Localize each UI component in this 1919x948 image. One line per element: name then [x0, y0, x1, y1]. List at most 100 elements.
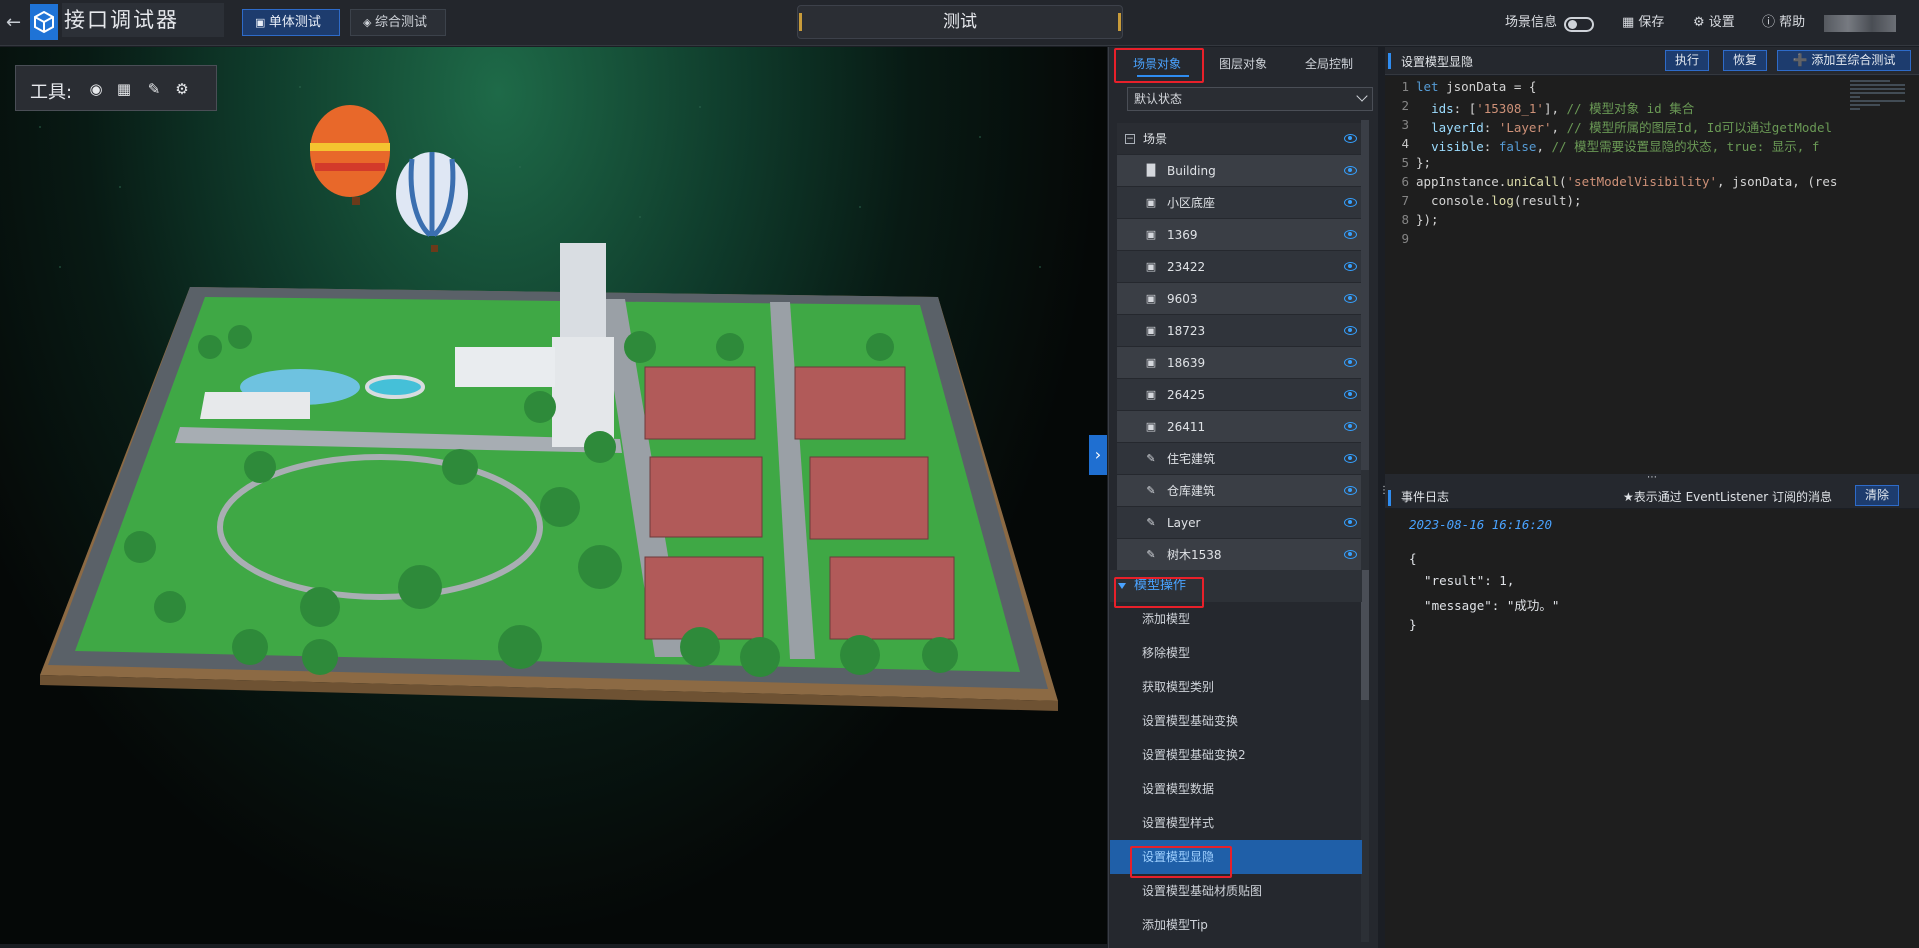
tree-item-label: 26425 [1167, 388, 1206, 402]
cube-icon: ▣ [1145, 420, 1157, 433]
tree-item[interactable]: ▣ 1369 [1117, 219, 1369, 251]
tree-item-label: 树木1538 [1167, 548, 1222, 562]
gears-icon[interactable]: ⚙ [172, 80, 192, 98]
line-number: 9 [1401, 231, 1409, 246]
scene-info-toggle[interactable] [1564, 17, 1594, 32]
scene-render [39, 86, 1058, 711]
run-button[interactable]: 执行 [1665, 50, 1709, 71]
eye-icon[interactable] [1344, 134, 1357, 143]
cube-icon: ▣ [1145, 324, 1157, 337]
location-pin-icon[interactable]: ◉ [86, 80, 106, 98]
scene-tree: − 场景 █ Building ▣ 小区底座 ▣ 1369 ▣ 23422 ▣ 9603 ▣ 18723 ▣… [1117, 123, 1369, 571]
log-timestamp: 2023-08-16 16:16:20 [1409, 517, 1552, 532]
log-title: 事件日志 [1401, 490, 1450, 504]
reset-button[interactable]: 恢复 [1723, 50, 1767, 71]
tree-item[interactable]: ✎ 树木1538 [1117, 539, 1369, 571]
editor-header: 设置模型显隐 执行 恢复 ➕ 添加至综合测试 [1385, 47, 1919, 75]
add-to-combined-button[interactable]: ➕ 添加至综合测试 [1777, 50, 1911, 71]
gear-icon: ⚙ [1693, 15, 1709, 30]
line-number: 1 [1401, 79, 1409, 94]
tree-item-label: 小区底座 [1167, 196, 1216, 210]
tree-item[interactable]: ▣ 18723 [1117, 315, 1369, 347]
save-button[interactable]: ▦ 保存 [1622, 14, 1664, 32]
operation-item[interactable]: 获取模型类别 [1110, 670, 1362, 704]
avatar[interactable] [1824, 15, 1896, 32]
tab-combined-test[interactable]: ◈ 综合测试 [350, 9, 446, 36]
eye-icon[interactable] [1344, 550, 1357, 559]
tree-item-label: 23422 [1167, 260, 1206, 274]
eye-icon[interactable] [1344, 230, 1357, 239]
horizontal-splitter[interactable]: ⋯ [1385, 473, 1919, 484]
tab-layer-objects[interactable]: 图层对象 [1199, 51, 1287, 77]
tree-item[interactable]: █ Building [1117, 155, 1369, 187]
tree-item-label: 9603 [1167, 292, 1198, 306]
eye-icon[interactable] [1344, 166, 1357, 175]
operation-item[interactable]: 设置模型基础变换2 [1110, 738, 1362, 772]
line-number: 5 [1401, 155, 1409, 170]
operation-item[interactable]: 添加模型Tip [1110, 908, 1362, 942]
eye-icon[interactable] [1344, 358, 1357, 367]
expand-panel-button[interactable]: › [1089, 435, 1107, 475]
code-line-8: }); [1416, 212, 1439, 227]
toolbox-label: 工具: [30, 82, 73, 103]
cube-icon: ▣ [1145, 196, 1157, 209]
tree-item-label: Layer [1167, 516, 1201, 530]
eye-icon[interactable] [1344, 486, 1357, 495]
operation-item[interactable]: 设置模型基础变换 [1110, 704, 1362, 738]
help-button[interactable]: ⓘ 帮助 [1762, 14, 1805, 32]
tree-item-label: 仓库建筑 [1167, 484, 1216, 498]
highlight-box [1130, 846, 1232, 878]
eye-icon[interactable] [1344, 198, 1357, 207]
log-line: "result": 1, [1409, 573, 1515, 588]
eye-icon[interactable] [1344, 262, 1357, 271]
tree-item[interactable]: ▣ 23422 [1117, 251, 1369, 283]
eye-icon[interactable] [1344, 390, 1357, 399]
log-header: 事件日志 ★表示通过 EventListener 订阅的消息 清除 [1385, 484, 1919, 508]
layers-icon: ◈ [363, 16, 375, 29]
tree-item[interactable]: ▣ 9603 [1117, 283, 1369, 315]
highlight-box [1114, 48, 1204, 83]
state-select[interactable]: 默认状态 [1127, 87, 1373, 111]
operation-item[interactable]: 设置模型基础材质贴图 [1110, 874, 1362, 908]
tree-item[interactable]: ✎ 仓库建筑 [1117, 475, 1369, 507]
eye-icon[interactable] [1344, 326, 1357, 335]
tree-item[interactable]: ▣ 26425 [1117, 379, 1369, 411]
tree-item[interactable]: ▣ 小区底座 [1117, 187, 1369, 219]
scene-viewport[interactable]: 工具: ◉ ▦ ✎ ⚙ › [0, 47, 1107, 948]
arrow-left-icon[interactable]: ← [6, 12, 24, 34]
operation-item[interactable]: 移除模型 [1110, 636, 1362, 670]
log-line: "message": "成功。" [1409, 598, 1560, 613]
eye-icon[interactable] [1344, 294, 1357, 303]
ops-scrollbar-thumb[interactable] [1361, 570, 1369, 700]
eye-icon[interactable] [1344, 422, 1357, 431]
operation-item[interactable]: 设置模型样式 [1110, 806, 1362, 840]
tree-item[interactable]: ✎ 住宅建筑 [1117, 443, 1369, 475]
log-note: ★表示通过 EventListener 订阅的消息 [1623, 490, 1833, 504]
eye-icon[interactable] [1344, 518, 1357, 527]
toolbox: 工具: ◉ ▦ ✎ ⚙ [15, 65, 217, 111]
settings-button[interactable]: ⚙ 设置 [1693, 14, 1735, 32]
tree-scrollbar-thumb[interactable] [1361, 120, 1369, 470]
focus-frame-icon[interactable]: ▦ [114, 80, 134, 98]
status-strip [0, 944, 1107, 948]
tab-single-test[interactable]: ▣ 单体测试 [242, 9, 340, 36]
tree-item[interactable]: ▣ 26411 [1117, 411, 1369, 443]
cube-icon: ▣ [1145, 292, 1157, 305]
floppy-icon: ▦ [1622, 15, 1639, 30]
pen-icon[interactable]: ✎ [144, 80, 164, 98]
operation-item[interactable]: 设置模型数据 [1110, 772, 1362, 806]
vertical-splitter[interactable] [1378, 47, 1385, 948]
minus-square-icon[interactable]: − [1125, 134, 1135, 144]
event-log: 2023-08-16 16:16:20 { "result": 1, "mess… [1385, 509, 1919, 948]
code-editor[interactable]: 1 2 3 4 5 6 7 8 9 let jsonData = { ids: ['15308_… [1385, 76, 1919, 474]
accent-bar [1388, 53, 1391, 69]
tree-item[interactable]: ▣ 18639 [1117, 347, 1369, 379]
tab-global-control[interactable]: 全局控制 [1285, 51, 1373, 77]
code-minimap[interactable] [1850, 80, 1908, 120]
tree-item[interactable]: ✎ Layer [1117, 507, 1369, 539]
clear-log-button[interactable]: 清除 [1855, 485, 1899, 506]
eye-icon[interactable] [1344, 454, 1357, 463]
tree-item[interactable]: − 场景 [1117, 123, 1369, 155]
line-number: 2 [1401, 98, 1409, 113]
building-icon: █ [1146, 164, 1156, 177]
